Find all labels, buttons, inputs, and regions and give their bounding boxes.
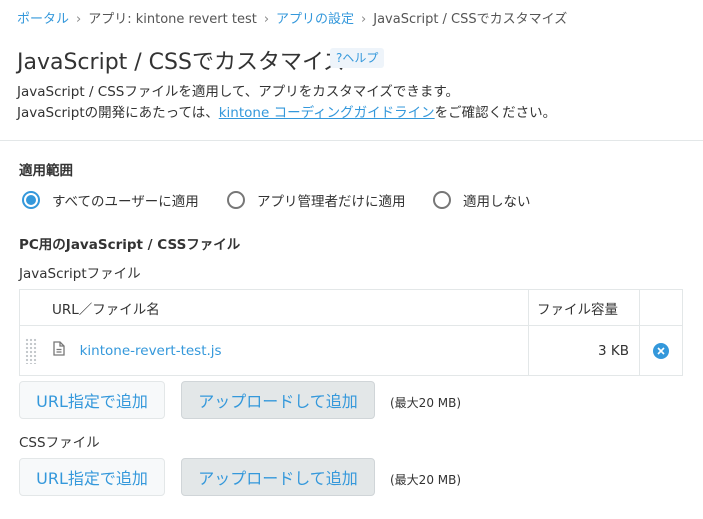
breadcrumb-app-settings[interactable]: アプリの設定 <box>276 12 354 27</box>
radio-unselected-icon <box>433 191 451 209</box>
page-description: JavaScript / CSSファイルを適用して、アプリをカスタマイズできます… <box>17 82 556 124</box>
file-icon <box>53 341 65 360</box>
breadcrumb: ポータル › アプリ: kintone revert test › アプリの設定 › Jav… <box>17 8 567 27</box>
css-upload-button[interactable]: アップロードして追加 <box>181 458 375 496</box>
table-row: kintone-revert-test.js 3 KB <box>19 325 683 376</box>
help-link[interactable]: ?ヘルプ <box>330 48 385 68</box>
page-title: JavaScript / CSSでカスタマイズ <box>17 50 346 75</box>
breadcrumb-separator: › <box>76 12 82 27</box>
coding-guideline-link[interactable]: kintone コーディングガイドライン <box>219 105 435 121</box>
radio-unselected-icon <box>227 191 245 209</box>
column-header-filename: URL／ファイル名 <box>19 289 529 326</box>
pc-files-heading: PC用のJavaScript / CSSファイル <box>19 237 241 253</box>
radio-label: すべてのユーザーに適用 <box>52 194 199 210</box>
css-files-label: CSSファイル <box>19 435 100 451</box>
table-header-row: URL／ファイル名 ファイル容量 <box>19 289 683 326</box>
column-header-filesize: ファイル容量 <box>528 289 640 326</box>
radio-apply-all-users[interactable]: すべてのユーザーに適用 <box>22 190 199 210</box>
breadcrumb-separator: › <box>361 12 367 27</box>
js-max-size-note: (最大20 MB) <box>390 396 462 410</box>
close-circle-icon[interactable] <box>653 342 669 359</box>
filename-cell: kintone-revert-test.js <box>19 325 529 376</box>
action-cell <box>639 325 683 376</box>
js-add-by-url-button[interactable]: URL指定で追加 <box>19 381 165 419</box>
radio-apply-admins-only[interactable]: アプリ管理者だけに適用 <box>227 190 406 210</box>
column-header-actions <box>639 289 683 326</box>
radio-label: 適用しない <box>463 194 531 210</box>
file-link[interactable]: kintone-revert-test.js <box>80 343 222 359</box>
radio-selected-icon <box>22 191 40 209</box>
description-text: をご確認ください。 <box>434 105 557 121</box>
js-files-label: JavaScriptファイル <box>19 266 141 282</box>
breadcrumb-current: JavaScript / CSSでカスタマイズ <box>373 12 568 27</box>
radio-do-not-apply[interactable]: 適用しない <box>433 190 531 210</box>
filesize-cell: 3 KB <box>528 325 640 376</box>
scope-heading: 適用範囲 <box>19 163 73 179</box>
css-add-by-url-button[interactable]: URL指定で追加 <box>19 458 165 496</box>
css-max-size-note: (最大20 MB) <box>390 473 462 487</box>
description-line-2: JavaScriptの開発にあたっては、kintone コーディングガイドライン… <box>17 103 556 124</box>
radio-label: アプリ管理者だけに適用 <box>257 194 406 210</box>
section-divider <box>0 140 703 141</box>
breadcrumb-separator: › <box>263 12 270 27</box>
description-text: JavaScriptの開発にあたっては、 <box>17 105 219 121</box>
breadcrumb-app: アプリ: kintone revert test <box>88 12 257 27</box>
js-files-table: URL／ファイル名 ファイル容量 kintone-revert-test.js … <box>19 289 683 376</box>
description-line-1: JavaScript / CSSファイルを適用して、アプリをカスタマイズできます… <box>17 84 460 100</box>
drag-handle-icon[interactable] <box>25 337 37 364</box>
breadcrumb-portal[interactable]: ポータル <box>17 12 69 27</box>
js-upload-button[interactable]: アップロードして追加 <box>181 381 375 419</box>
